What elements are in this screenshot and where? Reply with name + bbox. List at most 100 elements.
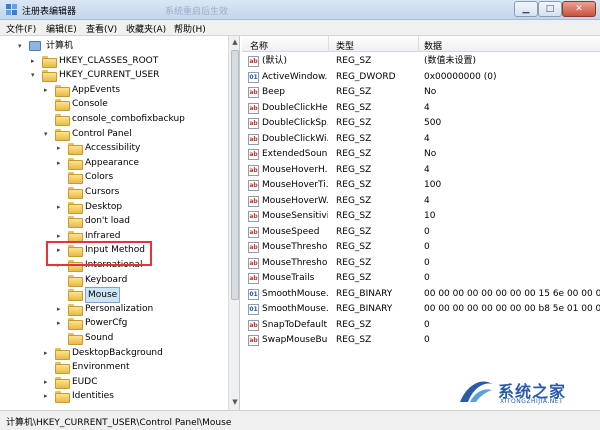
value-row[interactable]: abExtendedSoun... REG_SZ No: [242, 147, 600, 162]
tree-item[interactable]: ▾ Control Panel: [44, 127, 210, 141]
tree-item[interactable]: ▸ EUDC: [44, 375, 210, 389]
value-row[interactable]: ab MouseTrails REG_SZ 0: [242, 271, 600, 286]
tree-item-label: HKEY_CURRENT_USER: [59, 70, 160, 81]
value-type: REG_BINARY: [336, 304, 393, 314]
tree-item[interactable]: ▾ HKEY_CURRENT_USER: [31, 68, 210, 83]
value-type: REG_SZ: [336, 56, 372, 66]
menu-favorites[interactable]: 收藏夹(A): [126, 22, 166, 35]
tree-item[interactable]: Keyboard: [57, 273, 210, 287]
string-value-icon: ab: [248, 133, 259, 145]
value-name: ExtendedSoun...: [262, 149, 328, 159]
tree-expander-icon[interactable]: ▸: [57, 302, 66, 316]
column-type[interactable]: 类型: [336, 39, 354, 52]
tree-item[interactable]: Cursors: [57, 185, 210, 199]
tree-expander-icon[interactable]: ▾: [44, 127, 53, 141]
scroll-down-icon[interactable]: ▼: [229, 396, 239, 408]
tree-item[interactable]: Mouse: [57, 287, 210, 304]
value-row[interactable]: abMouseSensitivity REG_SZ 10: [242, 209, 600, 224]
value-row[interactable]: abSwapMouseBu... REG_SZ 0: [242, 333, 600, 348]
tree-item[interactable]: Sound: [57, 331, 210, 345]
value-row[interactable]: ab Beep REG_SZ No: [242, 85, 600, 100]
menu-edit[interactable]: 编辑(E): [46, 22, 77, 35]
tree-expander-icon[interactable]: ▸: [44, 83, 53, 97]
tree-scrollbar[interactable]: ▲ ▼: [228, 36, 239, 410]
folder-icon: [68, 157, 83, 170]
tree-item[interactable]: ▸ Accessibility: [57, 141, 210, 156]
value-data: 00 00 00 00 00 00 00 00 15 6e 00 00 00: [424, 288, 600, 299]
tree-expander-icon[interactable]: ▸: [57, 200, 66, 214]
value-name: MouseSensitivity: [262, 211, 328, 221]
tree-item[interactable]: ▸ Personalization: [57, 302, 210, 316]
folder-icon: [68, 318, 83, 331]
value-row[interactable]: abMouseThresho... REG_SZ 0: [242, 240, 600, 255]
tree-item[interactable]: Console: [44, 97, 210, 112]
tree-item-label: Cursors: [85, 187, 120, 197]
value-row[interactable]: abDoubleClickHe... REG_SZ 4: [242, 101, 600, 116]
value-row[interactable]: ab MouseHoverW... REG_SZ 4: [242, 194, 600, 209]
value-row[interactable]: abMouseThresho... REG_SZ 0: [242, 256, 600, 271]
tree-item[interactable]: console_combofixbackup: [44, 112, 210, 126]
menu-view[interactable]: 查看(V): [86, 22, 117, 35]
menu-file[interactable]: 文件(F): [6, 22, 36, 35]
string-value-icon: ab: [248, 180, 259, 191]
string-value-icon: ab: [248, 56, 259, 67]
value-row[interactable]: abSnapToDefault... REG_SZ 0: [242, 318, 600, 333]
tree-item[interactable]: don't load: [57, 214, 210, 229]
tree-expander-icon[interactable]: ▾: [18, 39, 27, 53]
tree-item[interactable]: Environment: [44, 360, 210, 375]
value-name: MouseThresho...: [262, 242, 328, 252]
folder-icon: [55, 362, 70, 375]
tree-item-label: Colors: [85, 172, 114, 183]
value-type: REG_SZ: [336, 335, 372, 345]
tree-expander-icon[interactable]: ▸: [31, 54, 40, 68]
value-name: SmoothMouse...: [262, 304, 328, 314]
value-row[interactable]: 01 SmoothMouse... REG_BINARY 00 00 00 00 00…: [242, 287, 600, 302]
tree-expander-icon[interactable]: ▸: [44, 346, 53, 360]
tree-item[interactable]: ▸ Identities: [44, 389, 210, 404]
tree-item[interactable]: ▸ HKEY_CLASSES_ROOT: [31, 54, 210, 68]
tree-item[interactable]: ▸ Appearance: [57, 156, 210, 170]
tree-expander-icon[interactable]: ▸: [44, 375, 53, 389]
value-row[interactable]: ab MouseSpeed REG_SZ 0: [242, 225, 600, 240]
string-value-icon: ab: [248, 257, 259, 269]
tree-item[interactable]: ▸ AppEvents: [44, 83, 210, 97]
value-row[interactable]: 01 SmoothMouse... REG_BINARY 00 00 00 00 00…: [242, 302, 600, 317]
tree-item[interactable]: ▸ Desktop: [57, 200, 210, 214]
scroll-thumb[interactable]: [231, 50, 239, 300]
column-name[interactable]: 名称: [250, 39, 268, 52]
scroll-up-icon[interactable]: ▲: [229, 36, 239, 48]
menu-help[interactable]: 帮助(H): [174, 22, 206, 35]
registry-tree[interactable]: ▾ 计算机 ▸ HKEY_CLASSES_ROOT ▾ HKEY_CURRENT_USER…: [0, 36, 240, 410]
value-data: 100: [424, 180, 442, 190]
tree-expander-icon[interactable]: ▸: [57, 156, 66, 170]
value-row[interactable]: ab MouseHoverTi... REG_SZ 100: [242, 178, 600, 193]
tree-item[interactable]: ▸ DesktopBackground: [44, 346, 210, 360]
values-list[interactable]: 名称 类型 数据 ab (默认) REG_SZ (数值未设置) 01 ActiveWind…: [242, 36, 600, 410]
value-row[interactable]: ab (默认) REG_SZ (数值未设置): [242, 54, 600, 69]
tree-expander-icon[interactable]: ▸: [57, 316, 66, 330]
tree-expander-icon[interactable]: ▸: [57, 141, 66, 155]
watermark-url: XITONGZHIJIA.NET: [500, 398, 564, 405]
value-row[interactable]: ab MouseHoverH... REG_SZ 4: [242, 163, 600, 178]
tree-item[interactable]: ▸ PowerCfg: [57, 316, 210, 331]
value-row[interactable]: abDoubleClickSp... REG_SZ 500: [242, 116, 600, 131]
value-data: 0: [424, 242, 430, 252]
list-header: 名称 类型 数据: [242, 36, 600, 52]
tree-item-label: 计算机: [46, 41, 74, 51]
folder-icon: [68, 143, 83, 156]
value-row[interactable]: ab DoubleClickWi... REG_SZ 4: [242, 132, 600, 147]
maximize-button[interactable]: □: [538, 1, 562, 17]
binary-value-icon: 01: [248, 304, 259, 315]
tree-expander-icon[interactable]: ▸: [44, 389, 53, 403]
tree-expander-icon[interactable]: ▾: [31, 68, 40, 82]
value-type: REG_SZ: [336, 180, 372, 190]
column-data[interactable]: 数据: [424, 39, 442, 52]
minimize-button[interactable]: ▁: [514, 1, 538, 17]
tree-item[interactable]: Colors: [57, 170, 210, 185]
value-row[interactable]: 01 ActiveWindow... REG_DWORD 0x00000000 (0): [242, 70, 600, 85]
close-button[interactable]: ✕: [562, 1, 596, 17]
tree-item[interactable]: ▾ 计算机: [18, 39, 210, 53]
value-name: SmoothMouse...: [262, 288, 328, 299]
value-name: MouseSpeed: [262, 226, 320, 237]
value-name: DoubleClickHe...: [262, 102, 328, 113]
